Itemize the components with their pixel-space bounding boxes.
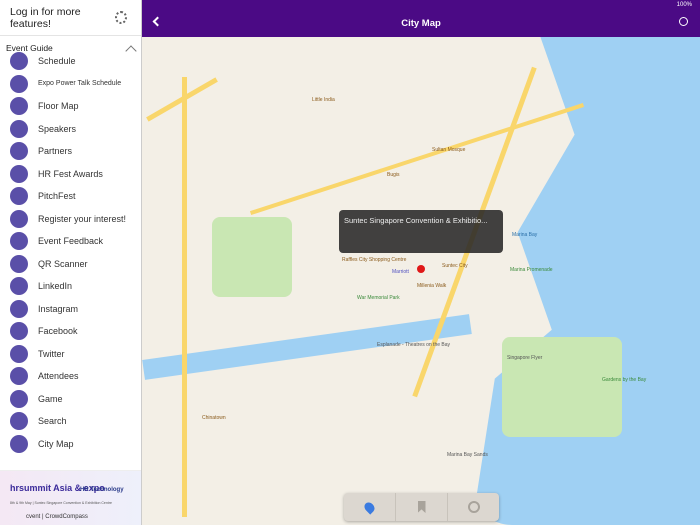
map-label: Little India [312,97,335,103]
map-label: Marriott [392,269,409,275]
sidebar-item-city-map[interactable]: City Map [0,433,141,456]
menu-item-icon [10,52,28,71]
sidebar-item-label: PitchFest [38,191,76,202]
map-label: Singapore Flyer [507,355,543,361]
map-pin-icon[interactable] [417,265,425,273]
menu-item-icon [10,74,28,93]
map-label: Raffles City Shopping Centre [342,257,407,263]
location-pin-icon [362,499,377,515]
sidebar-item-register-your-interest[interactable]: Register your interest! [0,208,141,231]
sidebar-item-label: LinkedIn [38,281,73,292]
login-row[interactable]: Log in for more features! [0,0,141,36]
callout-title: Suntec Singapore Convention & Exhibitio.… [344,216,488,225]
battery-status: 100% [676,2,692,8]
menu-item-icon [10,367,28,386]
map-label: Marina Bay Sands [447,452,488,458]
map-toolbar [344,493,499,521]
sidebar-item-instagram[interactable]: Instagram [0,298,141,321]
sidebar-item-label: QR Scanner [38,258,88,269]
menu-item-icon [10,389,28,408]
gear-icon[interactable] [114,11,127,24]
sidebar-item-label: Expo Power Talk Schedule [38,80,122,88]
sidebar-item-label: Instagram [38,303,79,314]
menu-item-icon [10,187,28,206]
map-label: Marina Bay [512,232,538,238]
map-view[interactable]: Little India Sultan Mosque Marriott Sunt… [142,37,700,525]
sidebar-item-expo-power-talk-schedule[interactable]: Expo Power Talk Schedule [0,73,141,96]
sidebar-item-label: HR Fest Awards [38,168,103,179]
menu-list: Schedule Expo Power Talk Schedule Floor Ma… [0,50,141,455]
map-label: Esplanade - Theatres on the Bay [377,342,451,348]
sidebar-item-hr-fest-awards[interactable]: HR Fest Awards [0,163,141,186]
menu-item-icon [10,277,28,296]
menu-item-icon [10,97,28,116]
menu-item-icon [10,299,28,318]
sidebar-item-floor-map[interactable]: Floor Map [0,95,141,118]
map-label: Bugis [387,172,400,178]
sidebar-item-label: Partners [38,146,73,157]
sidebar-item-label: Floor Map [38,101,79,112]
alarm-clock-icon [467,501,480,513]
event-banner: hrsummit Asia & expo HR Technology 8th &… [0,470,141,525]
page-title: City Map [401,18,441,29]
event-date: 8th & 9th May | Suntec Singapore Convent… [10,501,112,505]
park [212,217,292,297]
sidebar-item-linkedin[interactable]: LinkedIn [0,275,141,298]
park-gardens [502,337,622,437]
sidebar-item-label: Speakers [38,123,77,134]
bookmark-icon [417,501,426,513]
menu-item-icon [10,232,28,251]
sidebar-item-label: Game [38,393,63,404]
sidebar-item-schedule[interactable]: Schedule [0,50,141,73]
alarm-button[interactable] [448,493,499,521]
sidebar-item-label: Schedule [38,56,76,67]
sidebar: Log in for more features! Event Guide Sc… [0,0,142,525]
partner-logo: HR Technology [80,487,124,493]
sidebar-item-label: Twitter [38,348,65,359]
sidebar-item-search[interactable]: Search [0,410,141,433]
sidebar-item-label: Register your interest! [38,213,127,224]
sidebar-item-label: Search [38,416,67,427]
menu-item-icon [10,119,28,138]
menu-item-icon [10,322,28,341]
menu-item-icon [10,412,28,431]
sidebar-item-game[interactable]: Game [0,388,141,411]
map-label: Gardens by the Bay [602,377,647,383]
menu-item-icon [10,142,28,161]
location-button[interactable] [344,493,396,521]
menu-item-icon [10,254,28,273]
sidebar-item-qr-scanner[interactable]: QR Scanner [0,253,141,276]
sidebar-item-speakers[interactable]: Speakers [0,118,141,141]
menu-item-icon [10,209,28,228]
sidebar-item-partners[interactable]: Partners [0,140,141,163]
menu-item-icon [10,434,28,453]
map-label: War Memorial Park [357,295,400,301]
road [182,77,187,517]
sidebar-item-pitchfest[interactable]: PitchFest [0,185,141,208]
search-icon[interactable] [679,17,688,26]
map-label: Millenia Walk [417,283,447,289]
sidebar-item-label: Attendees [38,371,79,382]
top-bar: 100% City Map [142,0,700,37]
sidebar-item-label: Facebook [38,326,78,337]
sidebar-item-attendees[interactable]: Attendees [0,365,141,388]
map-label: Chinatown [202,415,226,421]
sidebar-item-event-feedback[interactable]: Event Feedback [0,230,141,253]
map-label: Suntec City [442,263,468,269]
sidebar-item-label: City Map [38,438,74,449]
map-label: Marina Promenade [510,267,553,273]
sidebar-item-label: Event Feedback [38,236,104,247]
login-text[interactable]: Log in for more features! [10,6,115,30]
sidebar-item-facebook[interactable]: Facebook [0,320,141,343]
water-bay [472,37,700,525]
map-label: Sultan Mosque [432,147,466,153]
sponsor-logos: cvent | CrowdCompass [26,514,88,520]
menu-item-icon [10,164,28,183]
menu-item-icon [10,344,28,363]
sidebar-item-twitter[interactable]: Twitter [0,343,141,366]
location-callout[interactable]: Suntec Singapore Convention & Exhibitio.… [339,210,503,253]
bookmark-button[interactable] [396,493,448,521]
road [249,103,585,215]
